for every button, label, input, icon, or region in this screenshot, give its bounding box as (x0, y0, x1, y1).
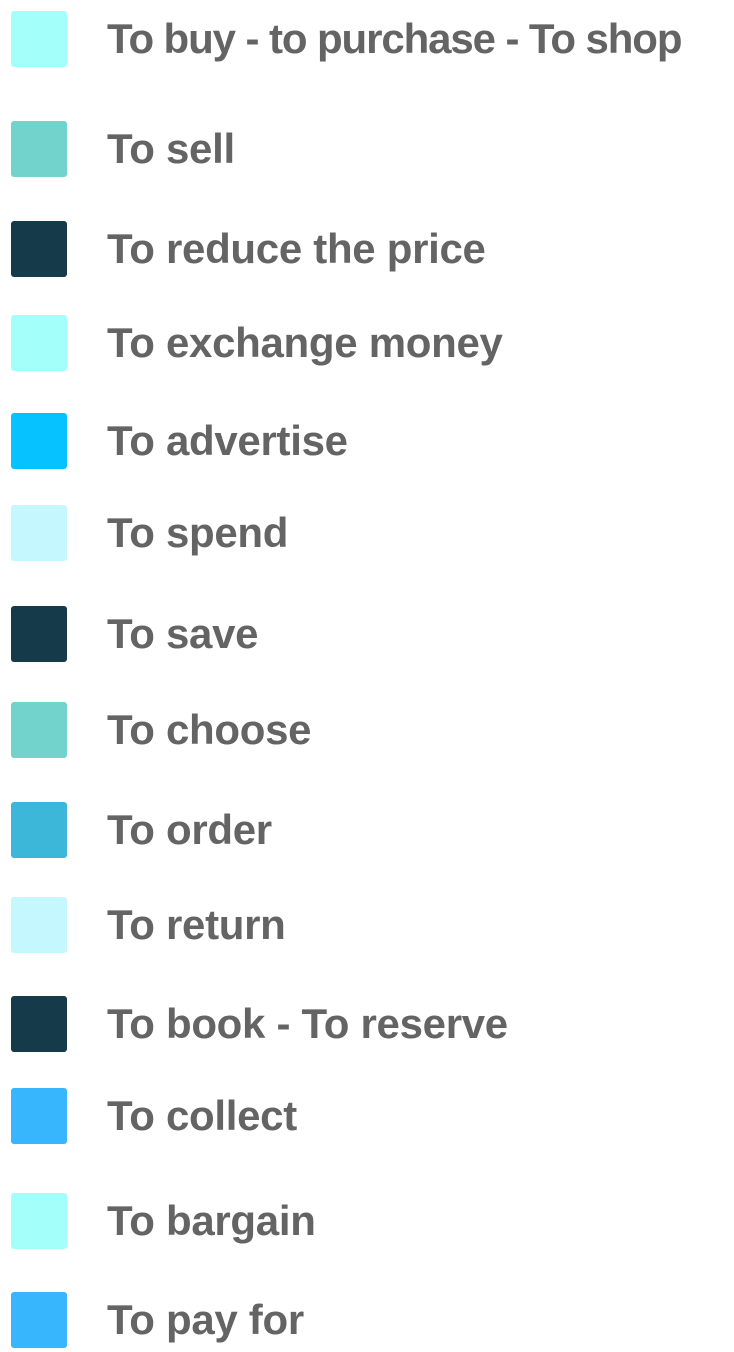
item-label: To spend (107, 509, 289, 556)
legend-item-buy: To buy - to purchase - To shop (0, 11, 734, 71)
item-label: To advertise (107, 417, 348, 464)
legend-item-save: To save (0, 606, 734, 666)
legend-item-return: To return (0, 897, 734, 957)
legend-item-bargain: To bargain (0, 1193, 734, 1253)
item-label: To reduce the price (107, 225, 486, 272)
legend-item-order: To order (0, 802, 734, 862)
item-label: To collect (107, 1092, 297, 1139)
color-swatch (11, 413, 67, 469)
color-swatch (11, 702, 67, 758)
legend-item-sell: To sell (0, 121, 734, 181)
legend-item-reduce-price: To reduce the price (0, 221, 734, 281)
color-swatch (11, 996, 67, 1052)
item-label: To pay for (107, 1296, 304, 1343)
legend-item-spend: To spend (0, 505, 734, 565)
color-swatch (11, 802, 67, 858)
item-label: To order (107, 806, 272, 853)
legend-item-choose: To choose (0, 702, 734, 762)
color-swatch (11, 606, 67, 662)
item-label: To sell (107, 125, 235, 172)
color-swatch (11, 11, 67, 67)
color-swatch (11, 1088, 67, 1144)
legend-item-exchange-money: To exchange money (0, 315, 734, 375)
legend-item-book: To book - To reserve (0, 996, 734, 1056)
item-label: To save (107, 610, 259, 657)
item-label: To choose (107, 706, 312, 753)
color-swatch (11, 315, 67, 371)
item-label: To buy - to purchase - To shop (107, 15, 683, 62)
legend-item-pay-for: To pay for (0, 1292, 734, 1352)
legend-item-advertise: To advertise (0, 413, 734, 473)
color-swatch (11, 897, 67, 953)
item-label: To return (107, 901, 286, 948)
item-label: To book - To reserve (107, 1000, 508, 1047)
color-swatch (11, 1292, 67, 1348)
legend-item-collect: To collect (0, 1088, 734, 1148)
item-label: To bargain (107, 1197, 316, 1244)
color-swatch (11, 221, 67, 277)
color-swatch (11, 505, 67, 561)
color-swatch (11, 1193, 67, 1249)
color-swatch (11, 121, 67, 177)
item-label: To exchange money (107, 319, 503, 366)
